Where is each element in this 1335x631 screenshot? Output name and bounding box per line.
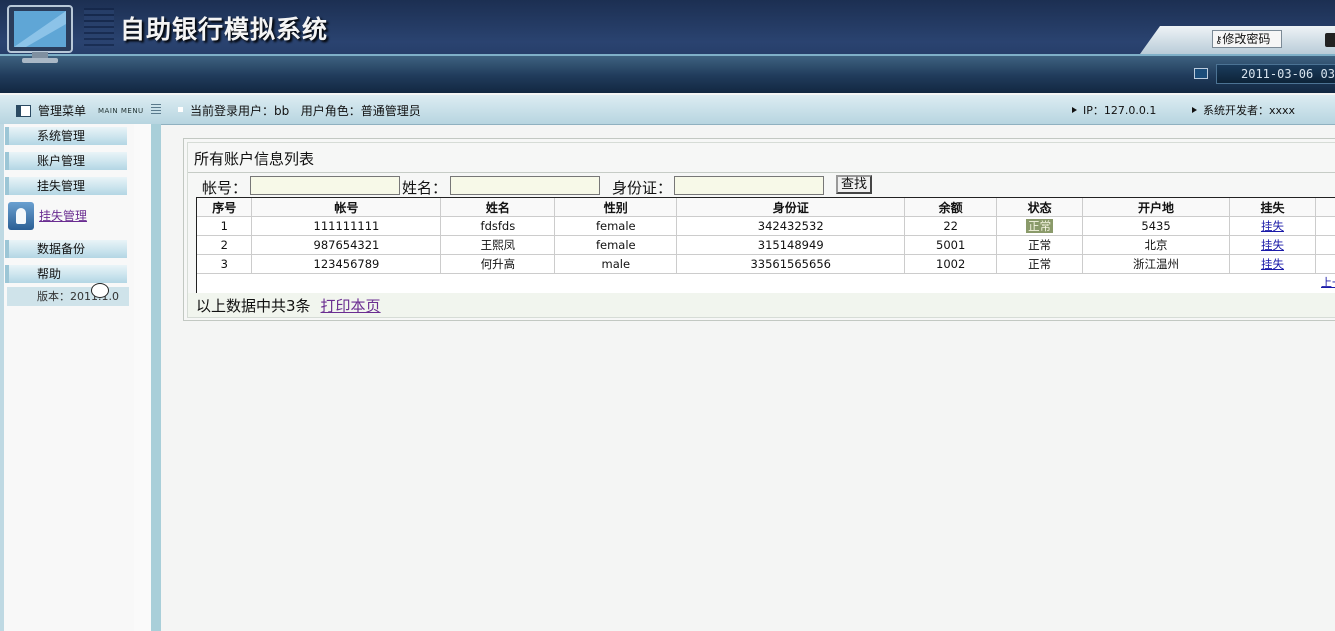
account-search-input[interactable] (250, 176, 400, 195)
column-header[interactable]: 序号 (197, 198, 253, 217)
sidebar-item-system-management[interactable]: 系统管理 (5, 127, 127, 145)
summary: 以上数据中共3条 打印本页 (196, 295, 381, 316)
header-band (0, 54, 1335, 93)
status-highlight: 正常 (1026, 219, 1054, 233)
column-header[interactable]: 状态 (996, 198, 1084, 217)
header-decoration (84, 8, 114, 48)
table-header-row: 序号 帐号 姓名 性别 身份证 余额 状态 开户地 挂失 (197, 198, 1335, 217)
column-header[interactable]: 余额 (904, 198, 998, 217)
panel-inner: 所有账户信息列表 帐号： 姓名： 身份证： 查找 序号 帐号 姓名 性别 身份证 (187, 142, 1335, 318)
sidebar-item-loss-report-management[interactable]: 挂失管理 (5, 177, 127, 195)
change-password-label: 修改密码 (1222, 32, 1271, 46)
cell-balance: 1002 (904, 254, 998, 274)
table-row: 1 111111111 fdsfds female 342432532 22 正… (197, 216, 1335, 236)
print-page-link[interactable]: 打印本页 (321, 297, 381, 315)
account-grid: 序号 帐号 姓名 性别 身份证 余额 状态 开户地 挂失 1 111111111… (197, 198, 1335, 274)
report-loss-link[interactable]: 挂失 (1229, 254, 1316, 274)
column-header[interactable]: 开户地 (1082, 198, 1230, 217)
cell-status: 正常 (996, 254, 1084, 274)
arrow-right-icon (1192, 107, 1197, 113)
column-header[interactable]: 姓名 (440, 198, 556, 217)
computer-icon (1194, 68, 1208, 79)
cell-location: 5435 (1082, 216, 1230, 236)
info-bar: 管理菜单 MAIN MENU 当前登录用户：bb 用户角色：普通管理员 IP：1… (0, 95, 1335, 125)
logout-button[interactable] (1325, 33, 1335, 47)
account-table: 序号 帐号 姓名 性别 身份证 余额 状态 开户地 挂失 1 111111111… (196, 197, 1335, 294)
cell-gender: female (554, 235, 678, 255)
menu-title-en: MAIN MENU (98, 107, 144, 115)
datetime-display: 2011-03-06 03 (1216, 64, 1335, 84)
cell-account: 111111111 (251, 216, 442, 236)
cell-balance: 5001 (904, 235, 998, 255)
cell-account: 987654321 (251, 235, 442, 255)
user-role-label: 用户角色：普通管理员 (300, 104, 421, 118)
cell-empty (1315, 216, 1335, 236)
name-search-input[interactable] (450, 176, 600, 195)
column-header[interactable]: 身份证 (676, 198, 906, 217)
id-search-input[interactable] (674, 176, 824, 195)
sidebar-item-account-management[interactable]: 账户管理 (5, 152, 127, 170)
sidebar-subitem-loss-report[interactable]: 挂失管理 (8, 202, 128, 232)
column-header[interactable]: 性别 (554, 198, 678, 217)
developer-label: 系统开发者：xxxx (1203, 104, 1296, 117)
mouse-cursor-icon (91, 283, 109, 298)
sidebar-item-help[interactable]: 帮助 (5, 265, 127, 283)
menu-title: 管理菜单 (38, 104, 87, 118)
cell-index: 1 (197, 216, 253, 236)
current-user-label: 当前登录用户：bb (190, 104, 290, 118)
user-icon (8, 202, 34, 230)
developer-info: 系统开发者：xxxx (1192, 102, 1295, 118)
search-button[interactable]: 查找 (836, 175, 872, 194)
ip-info: IP：127.0.0.1 (1072, 102, 1156, 118)
divider (188, 172, 1335, 173)
cell-id-number: 315148949 (676, 235, 906, 255)
monitor-logo-icon (7, 5, 73, 63)
app-header: 自助银行模拟系统 ⚷修改密码 2011-03-06 03 (0, 0, 1335, 93)
column-header-empty (1315, 198, 1335, 217)
cell-location: 北京 (1082, 235, 1230, 255)
cell-location: 浙江温州 (1082, 254, 1230, 274)
arrow-right-icon (1072, 107, 1077, 113)
cell-name: fdsfds (440, 216, 556, 236)
cell-id-number: 33561565656 (676, 254, 906, 274)
panel-title: 所有账户信息列表 (194, 150, 315, 168)
cell-status: 正常 (996, 235, 1084, 255)
cell-gender: female (554, 216, 678, 236)
cell-empty (1315, 235, 1335, 255)
cell-index: 2 (197, 235, 253, 255)
report-loss-link[interactable]: 挂失 (1229, 216, 1316, 236)
app-title: 自助银行模拟系统 (120, 15, 329, 44)
account-label: 帐号： (202, 179, 248, 197)
menu-icon (16, 105, 31, 117)
sidebar-divider[interactable] (151, 124, 161, 631)
menu-toggle-icon[interactable] (151, 104, 161, 115)
sidebar-subitem-label[interactable]: 挂失管理 (39, 207, 87, 224)
cell-balance: 22 (904, 216, 998, 236)
cell-status: 正常 (996, 216, 1084, 236)
cell-index: 3 (197, 254, 253, 274)
name-label: 姓名： (402, 179, 448, 197)
cell-gender: male (554, 254, 678, 274)
column-header[interactable]: 帐号 (251, 198, 442, 217)
cell-name: 何升高 (440, 254, 556, 274)
table-row: 2 987654321 王熙凤 female 315148949 5001 正常… (197, 235, 1335, 255)
report-loss-link[interactable]: 挂失 (1229, 235, 1316, 255)
sidebar (4, 124, 134, 631)
cell-empty (1315, 254, 1335, 274)
cell-name: 王熙凤 (440, 235, 556, 255)
table-row: 3 123456789 何升高 male 33561565656 1002 正常… (197, 254, 1335, 274)
current-user-info: 当前登录用户：bb 用户角色：普通管理员 (178, 102, 421, 119)
ip-label: IP：127.0.0.1 (1083, 104, 1157, 117)
sidebar-spacer (134, 124, 151, 631)
summary-text: 以上数据中共3条 (196, 297, 311, 315)
id-label: 身份证： (612, 179, 673, 197)
account-list-panel: 所有账户信息列表 帐号： 姓名： 身份证： 查找 序号 帐号 姓名 性别 身份证 (183, 138, 1335, 321)
column-header[interactable]: 挂失 (1229, 198, 1316, 217)
sidebar-item-data-backup[interactable]: 数据备份 (5, 240, 127, 258)
cell-account: 123456789 (251, 254, 442, 274)
cell-id-number: 342432532 (676, 216, 906, 236)
version-label: 版本：2011.1.0 (7, 287, 129, 306)
change-password-button[interactable]: ⚷修改密码 (1212, 30, 1282, 48)
pager-prev-link[interactable]: 上一 (1321, 274, 1335, 290)
